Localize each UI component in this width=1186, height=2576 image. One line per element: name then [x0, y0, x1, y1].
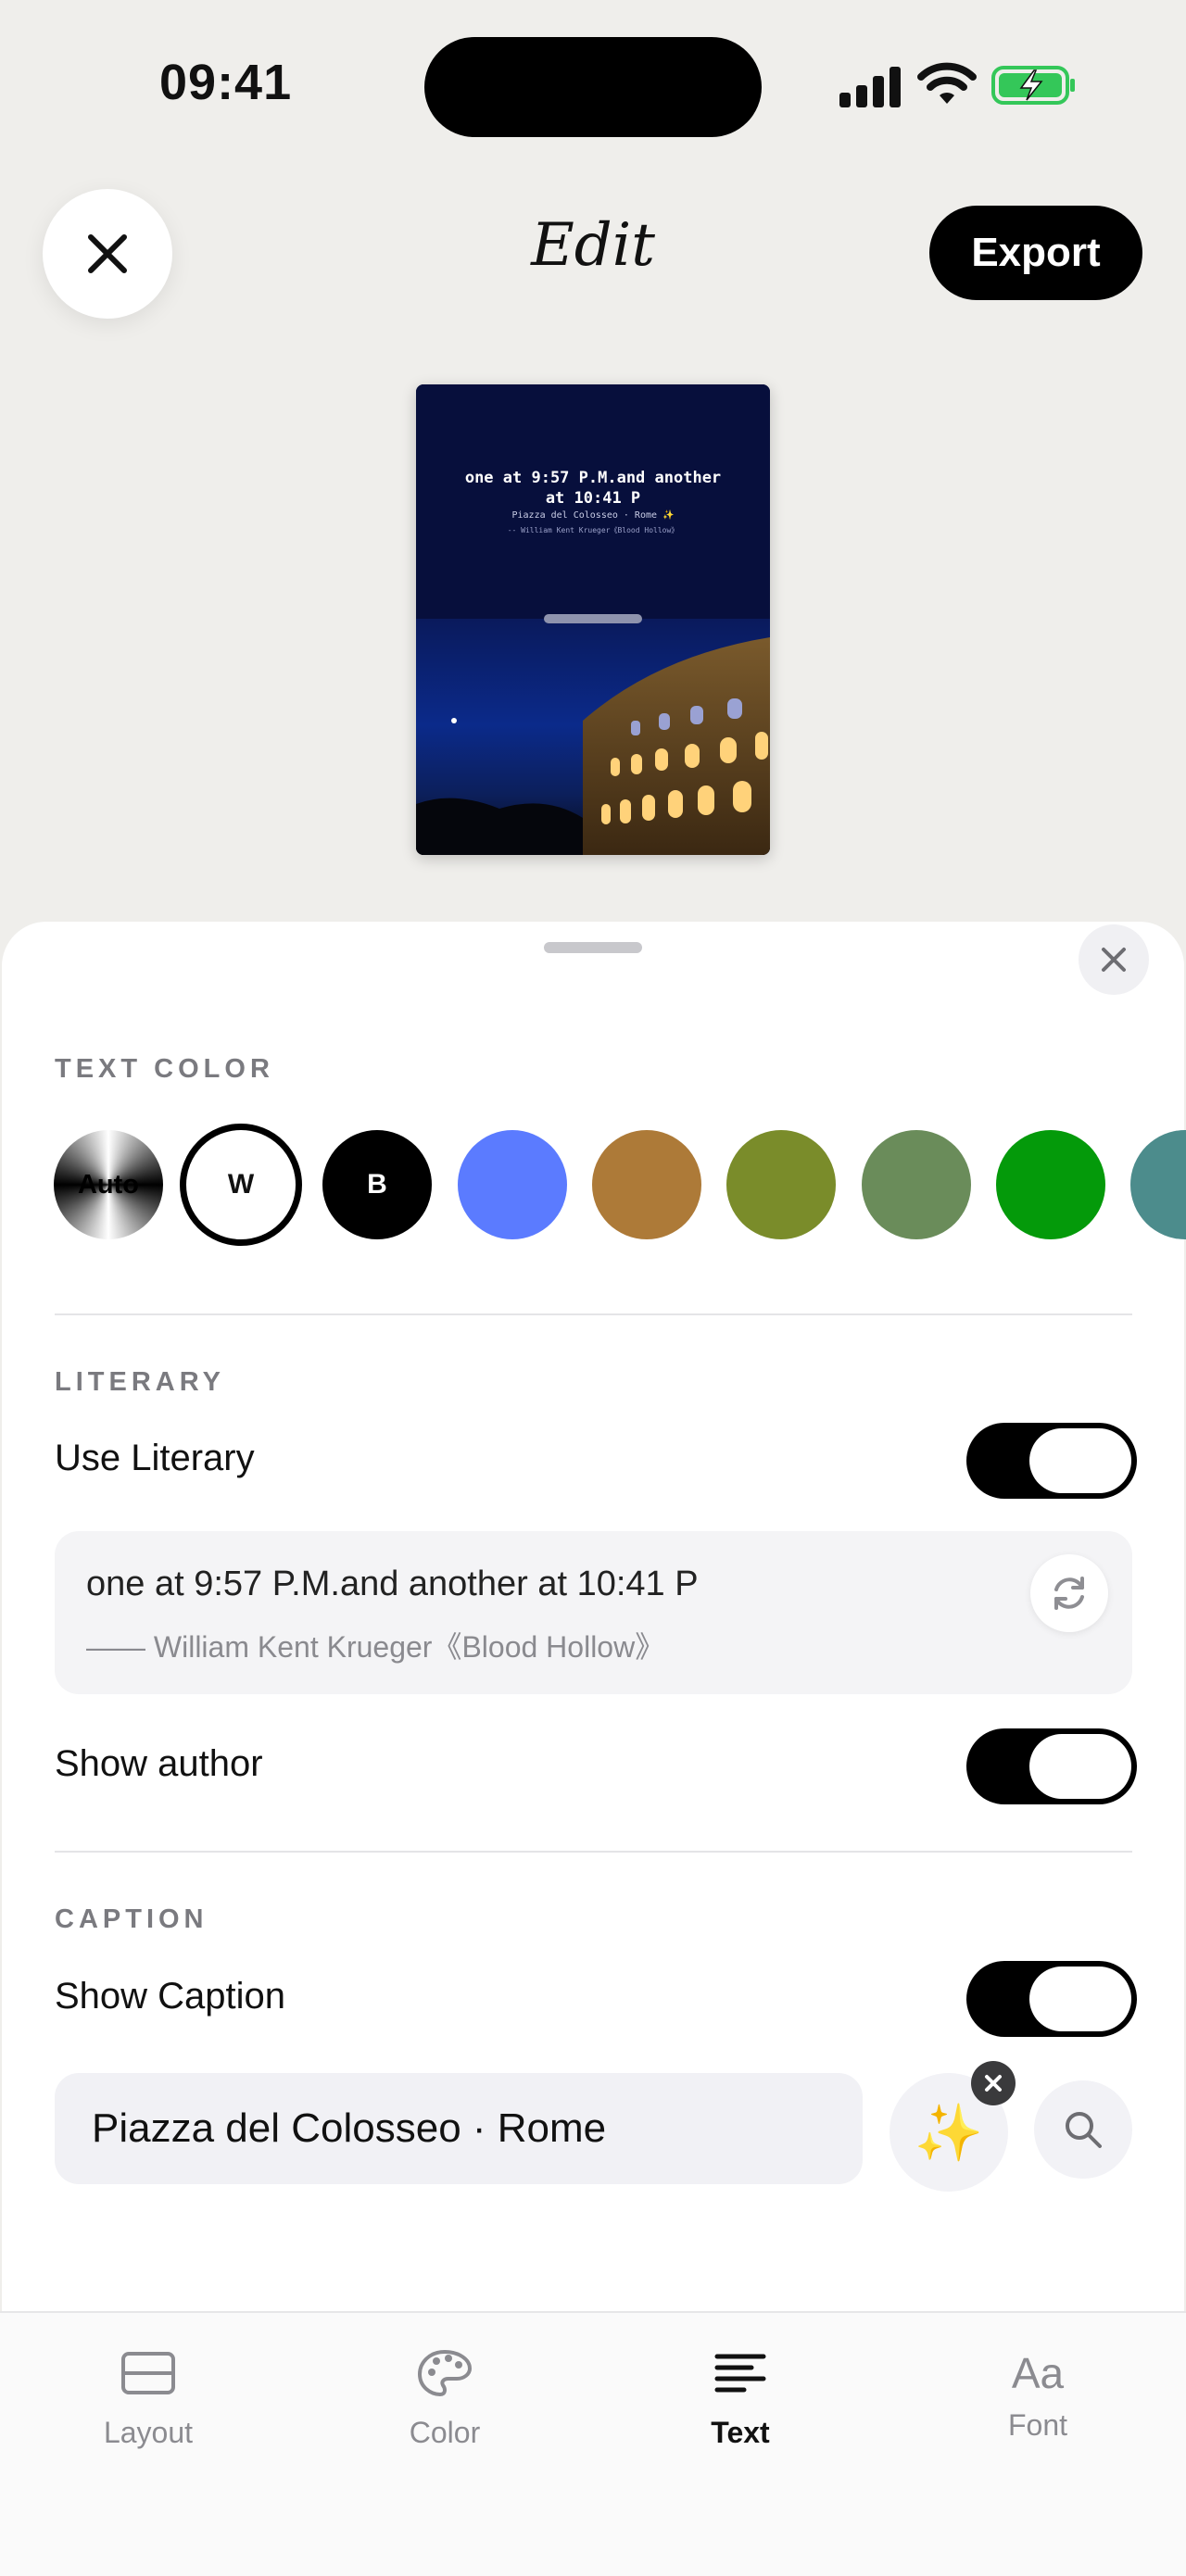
tab-text-label: Text — [711, 2416, 770, 2449]
tab-font-label: Font — [1007, 2408, 1068, 2442]
refresh-icon — [1054, 1577, 1084, 1610]
text-align-icon — [714, 2354, 766, 2393]
sheet-grabber[interactable] — [544, 942, 642, 953]
signal-icon — [839, 65, 902, 107]
swatch-brown[interactable] — [592, 1130, 701, 1239]
tab-font[interactable]: Aa Font — [945, 2344, 1130, 2443]
status-bar: 09:41 — [0, 0, 1186, 176]
close-icon — [1102, 948, 1126, 972]
wallpaper-preview[interactable]: one at 9:57 P.M.and another at 10:41 P P… — [416, 384, 770, 855]
swatch-auto-label: Auto — [77, 1169, 140, 1200]
tab-color-label: Color — [409, 2416, 481, 2449]
swatch-white-label: W — [227, 1169, 255, 1200]
preview-home-indicator — [544, 614, 642, 623]
swatch-sage[interactable] — [862, 1130, 971, 1239]
swatch-auto[interactable]: Auto — [54, 1130, 163, 1239]
palette-icon — [417, 2349, 473, 2397]
text-color-section-label: TEXT COLOR — [55, 1054, 274, 1084]
use-literary-toggle[interactable] — [966, 1423, 1137, 1499]
use-literary-label: Use Literary — [55, 1438, 255, 1478]
tab-layout-label: Layout — [103, 2416, 194, 2449]
swatch-green[interactable] — [996, 1130, 1105, 1239]
swatch-olive[interactable] — [726, 1130, 836, 1239]
literary-quote-author: —— William Kent Krueger《Blood Hollow》 — [86, 1630, 665, 1664]
caption-input-value: Piazza del Colosseo · Rome — [92, 2105, 607, 2151]
status-time: 09:41 — [159, 55, 293, 110]
export-button[interactable]: Export — [929, 206, 1142, 300]
refresh-quote-button[interactable] — [1030, 1554, 1108, 1632]
divider — [55, 1313, 1132, 1315]
swatch-black[interactable]: B — [322, 1130, 432, 1239]
layout-icon — [121, 2352, 175, 2394]
divider — [55, 1851, 1132, 1853]
preview-caption: Piazza del Colosseo · Rome ✨ — [511, 510, 675, 521]
sheet-close-button[interactable] — [1079, 924, 1149, 995]
wifi-icon — [917, 62, 977, 104]
colosseum-image — [416, 637, 770, 855]
battery-charging-icon — [991, 66, 1075, 105]
tab-layout[interactable]: Layout — [56, 2344, 241, 2450]
tab-text[interactable]: Text — [648, 2344, 833, 2450]
tab-color[interactable]: Color — [352, 2344, 537, 2450]
search-icon — [1066, 2112, 1102, 2148]
show-caption-label: Show Caption — [55, 1976, 286, 2017]
swatch-blue[interactable] — [458, 1130, 567, 1239]
caption-section-label: CAPTION — [55, 1904, 208, 1934]
show-caption-toggle[interactable] — [966, 1961, 1137, 2037]
sparkles-icon: ✨ — [914, 2101, 984, 2164]
literary-quote-card[interactable]: one at 9:57 P.M.and another at 10:41 P —… — [55, 1531, 1132, 1694]
moon — [451, 718, 457, 723]
swatch-white[interactable]: W — [180, 1124, 302, 1246]
preview-quote: one at 9:57 P.M.and another at 10:41 P — [464, 469, 722, 508]
literary-section-label: LITERARY — [55, 1367, 225, 1397]
preview-author: -- William Kent Krueger《Blood Hollow》 — [507, 526, 679, 534]
preview-photo — [416, 619, 770, 855]
dynamic-island — [424, 37, 762, 137]
clear-caption-button[interactable] — [971, 2061, 1016, 2105]
show-author-toggle[interactable] — [966, 1728, 1137, 1804]
caption-input[interactable]: Piazza del Colosseo · Rome — [55, 2073, 863, 2184]
close-icon — [985, 2075, 1002, 2092]
font-icon: Aa — [1011, 2349, 1065, 2397]
show-author-label: Show author — [55, 1743, 263, 1784]
swatch-black-label: B — [367, 1169, 387, 1200]
literary-quote-text: one at 9:57 P.M.and another at 10:41 P — [86, 1564, 699, 1603]
search-location-button[interactable] — [1034, 2080, 1132, 2179]
